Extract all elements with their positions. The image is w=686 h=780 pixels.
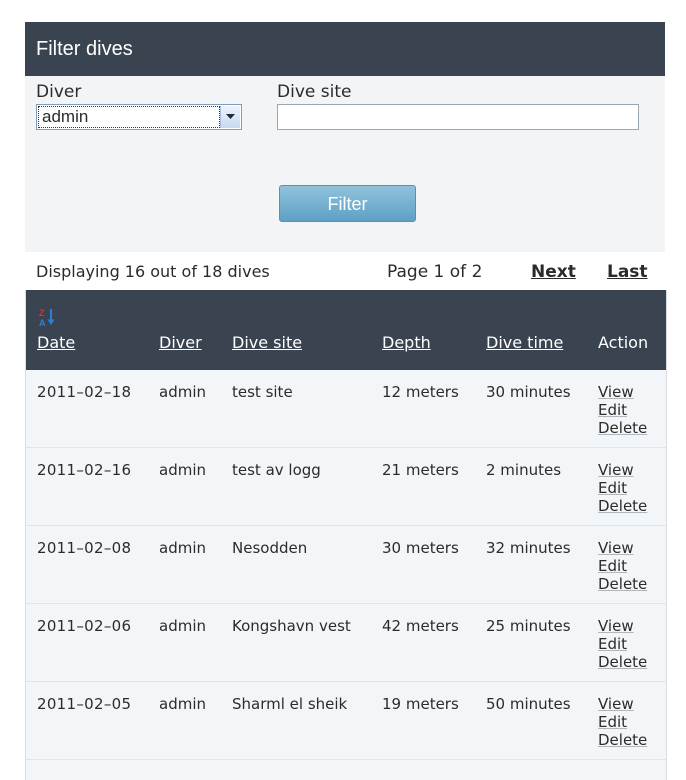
column-header-diver[interactable]: Diver: [159, 333, 202, 352]
cell-date: 2011–02–08: [37, 539, 132, 557]
delete-link[interactable]: Delete: [598, 575, 647, 593]
diver-select-value: admin: [38, 106, 220, 128]
edit-link[interactable]: Edit: [598, 401, 647, 419]
view-link[interactable]: View: [598, 461, 647, 479]
table-row: 2011–02–18 admin test site 12 meters 30 …: [26, 370, 666, 448]
cell-dive-site: test av logg: [232, 461, 321, 479]
edit-link[interactable]: Edit: [598, 713, 647, 731]
delete-link[interactable]: Delete: [598, 419, 647, 437]
column-header-dive-time[interactable]: Dive time: [486, 333, 563, 352]
table-row: 2011–02–06 admin Kongshavn vest 42 meter…: [26, 604, 666, 682]
table-row: 2011–02–16 admin test av logg 21 meters …: [26, 448, 666, 526]
table-row: 2011–02–05 admin Sharml el sheik 19 mete…: [26, 682, 666, 760]
cell-actions: View Edit Delete: [598, 617, 647, 671]
cell-diver: admin: [159, 461, 206, 479]
cell-date: 2011–02–16: [37, 461, 132, 479]
edit-link[interactable]: Edit: [598, 479, 647, 497]
pager: Displaying 16 out of 18 dives Page 1 of …: [25, 262, 665, 290]
column-header-dive-site[interactable]: Dive site: [232, 333, 302, 352]
cell-dive-time: 25 minutes: [486, 617, 571, 635]
page-indicator: Page 1 of 2: [387, 262, 483, 282]
cell-dive-time: 50 minutes: [486, 695, 571, 713]
table-row: 2011–02–08 admin Nesodden 30 meters 32 m…: [26, 526, 666, 604]
edit-link[interactable]: Edit: [598, 557, 647, 575]
cell-dive-site: Kongshavn vest: [232, 617, 351, 635]
cell-diver: admin: [159, 539, 206, 557]
view-link[interactable]: View: [598, 617, 647, 635]
cell-actions: View Edit Delete: [598, 695, 647, 749]
cell-diver: admin: [159, 695, 206, 713]
dive-site-label: Dive site: [277, 82, 352, 102]
delete-link[interactable]: Delete: [598, 497, 647, 515]
table-header: Z A Date Diver Dive site Depth Dive time…: [26, 290, 666, 370]
cell-diver: admin: [159, 383, 206, 401]
panel-title: Filter dives: [25, 22, 665, 76]
cell-dive-time: 2 minutes: [486, 461, 562, 479]
cell-actions: View Edit Delete: [598, 461, 647, 515]
cell-date: 2011–02–05: [37, 695, 132, 713]
filter-panel: Filter dives Diver admin Dive site Filte…: [25, 22, 665, 252]
delete-link[interactable]: Delete: [598, 731, 647, 749]
cell-dive-time: 30 minutes: [486, 383, 571, 401]
cell-diver: admin: [159, 617, 206, 635]
cell-date: 2011–02–18: [37, 383, 132, 401]
dives-table: Z A Date Diver Dive site Depth Dive time…: [25, 290, 667, 780]
result-count: Displaying 16 out of 18 dives: [36, 262, 270, 281]
dive-site-input[interactable]: [277, 104, 639, 130]
cell-dive-time: 32 minutes: [486, 539, 571, 557]
sort-z-a-icon[interactable]: Z A: [38, 307, 58, 331]
view-link[interactable]: View: [598, 695, 647, 713]
last-page-link[interactable]: Last: [607, 262, 648, 282]
view-link[interactable]: View: [598, 383, 647, 401]
view-link[interactable]: View: [598, 539, 647, 557]
column-header-date[interactable]: Date: [37, 333, 75, 352]
edit-link[interactable]: Edit: [598, 635, 647, 653]
svg-text:Z: Z: [39, 308, 45, 318]
delete-link[interactable]: Delete: [598, 653, 647, 671]
svg-text:A: A: [39, 318, 46, 327]
cell-actions: View Edit Delete: [598, 383, 647, 437]
column-header-depth[interactable]: Depth: [382, 333, 431, 352]
chevron-down-icon[interactable]: [220, 106, 240, 128]
diver-select[interactable]: admin: [36, 104, 242, 130]
cell-date: 2011–02–06: [37, 617, 132, 635]
cell-dive-site: Sharml el sheik: [232, 695, 348, 713]
cell-dive-site: Nesodden: [232, 539, 308, 557]
cell-depth: 12 meters: [382, 383, 459, 401]
cell-dive-site: test site: [232, 383, 293, 401]
cell-actions: View Edit Delete: [598, 539, 647, 593]
diver-label: Diver: [36, 82, 82, 102]
cell-depth: 21 meters: [382, 461, 459, 479]
column-header-action: Action: [598, 333, 649, 352]
cell-depth: 42 meters: [382, 617, 459, 635]
cell-depth: 19 meters: [382, 695, 459, 713]
cell-depth: 30 meters: [382, 539, 459, 557]
filter-form: Diver admin Dive site Filter: [25, 76, 665, 252]
filter-button[interactable]: Filter: [279, 185, 416, 222]
table-row: [26, 760, 666, 780]
next-page-link[interactable]: Next: [531, 262, 576, 282]
